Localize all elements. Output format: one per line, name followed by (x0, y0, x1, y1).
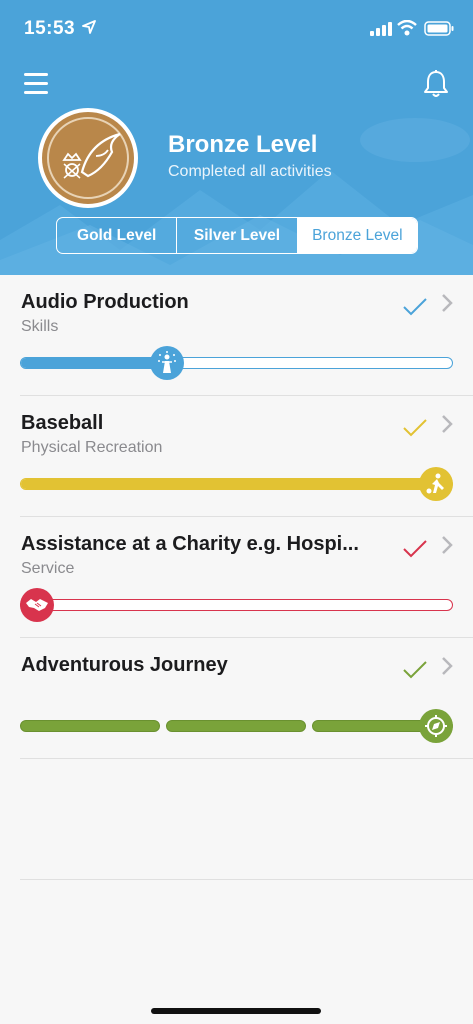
home-indicator[interactable] (151, 1008, 321, 1014)
status-bar: 15:53 (0, 0, 473, 58)
progress-fill (21, 358, 168, 368)
wifi-icon (397, 20, 417, 36)
signal-icon (370, 22, 392, 36)
chevron-right-icon (442, 294, 453, 312)
check-icon (403, 661, 427, 679)
activity-category: Skills (21, 318, 59, 335)
activity-title: Audio Production (21, 291, 189, 313)
award-emblem-icon (62, 132, 121, 179)
tab-bronze-level[interactable]: Bronze Level (297, 218, 417, 253)
activity-row-adventurous-journey[interactable]: Adventurous Journey (20, 638, 473, 759)
activity-category: Physical Recreation (21, 439, 163, 456)
level-subtitle: Completed all activities (168, 163, 332, 180)
person-sparkle-icon (150, 346, 185, 380)
activity-list: Audio Production Skills Baseball Physica… (0, 275, 473, 759)
progress-track (20, 478, 453, 490)
progress-segment (166, 720, 306, 732)
chevron-right-icon (442, 415, 453, 433)
progress-fill (21, 479, 452, 489)
list-separator (20, 879, 473, 880)
chevron-right-icon (442, 657, 453, 675)
check-icon (403, 419, 427, 437)
handshake-icon (20, 588, 54, 622)
bowling-player-icon (419, 467, 453, 501)
level-segmented-control: Gold Level Silver Level Bronze Level (56, 217, 418, 254)
battery-icon (424, 21, 454, 36)
chevron-right-icon (442, 536, 453, 554)
activity-title: Adventurous Journey (21, 654, 228, 676)
header: 15:53 Bronze Level Completed all activit… (0, 0, 473, 275)
progress-track (20, 599, 453, 611)
activity-row-charity[interactable]: Assistance at a Charity e.g. Hospi... Se… (20, 517, 473, 638)
progress-segment (20, 720, 160, 732)
menu-icon[interactable] (22, 70, 52, 98)
bell-icon[interactable] (420, 68, 452, 100)
check-icon (403, 540, 427, 558)
status-time: 15:53 (24, 18, 76, 39)
level-title: Bronze Level (168, 131, 318, 158)
tab-silver-level[interactable]: Silver Level (177, 218, 298, 253)
activity-row-audio-production[interactable]: Audio Production Skills (20, 275, 473, 396)
activity-title: Baseball (21, 412, 104, 434)
location-arrow-icon (82, 20, 96, 34)
tab-gold-level[interactable]: Gold Level (57, 218, 178, 253)
activity-row-baseball[interactable]: Baseball Physical Recreation (20, 396, 473, 517)
bronze-award-badge (38, 108, 138, 208)
check-icon (403, 298, 427, 316)
activity-title: Assistance at a Charity e.g. Hospi... (21, 533, 359, 555)
activity-category: Service (21, 560, 75, 577)
compass-icon (419, 709, 453, 743)
progress-track (20, 357, 453, 369)
